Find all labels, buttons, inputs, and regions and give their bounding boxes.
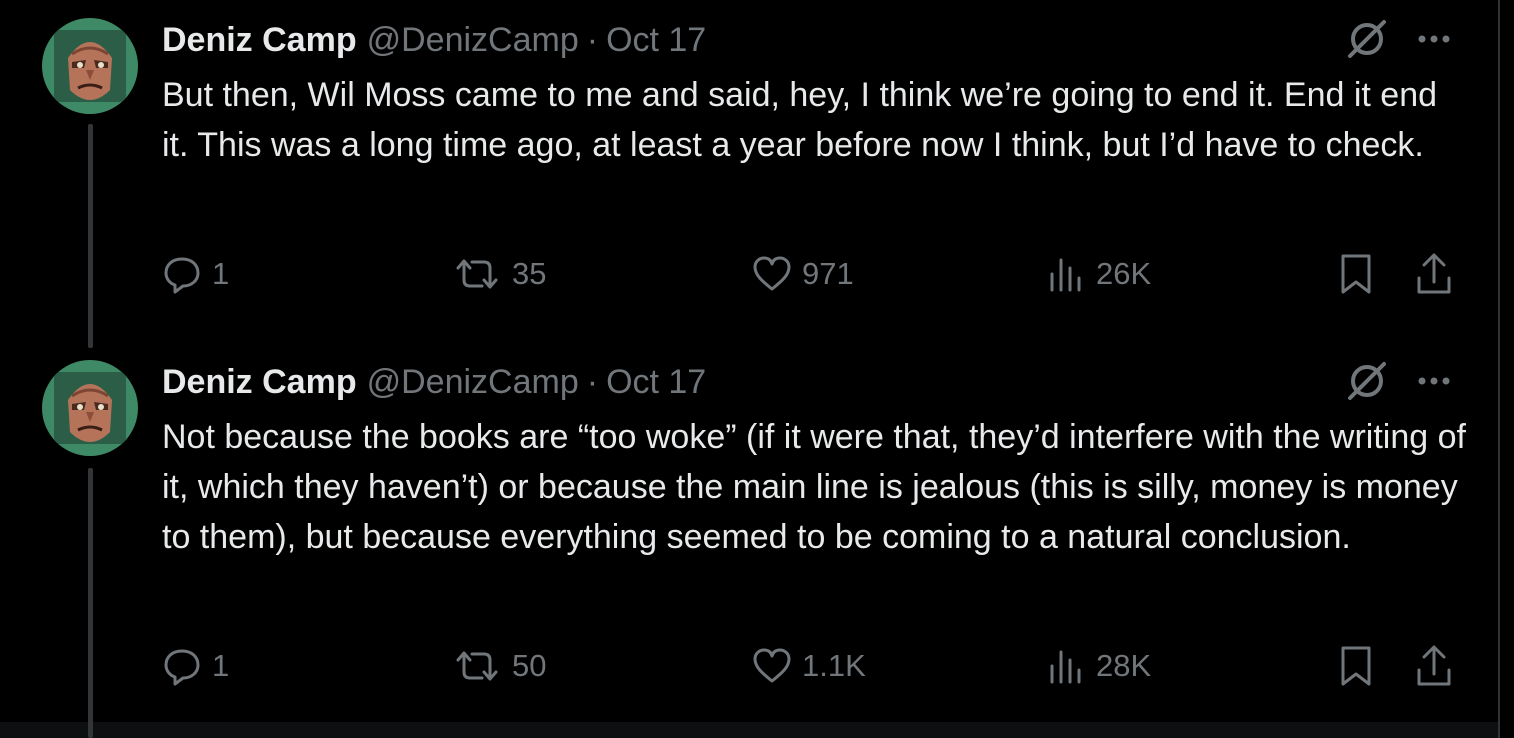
- repost-button[interactable]: 35: [452, 252, 546, 296]
- tweet-text: Not because the books are “too woke” (if…: [162, 418, 1466, 556]
- heart-icon: [753, 256, 791, 291]
- share-icon: [1417, 253, 1451, 294]
- share-button[interactable]: [1414, 252, 1454, 296]
- avatar[interactable]: [42, 360, 138, 456]
- like-button[interactable]: 971: [752, 252, 854, 296]
- views-icon: [1050, 650, 1081, 684]
- next-item-edge: [0, 722, 1498, 738]
- tweet-actions: 1 50 1.1K 28K: [162, 644, 1462, 688]
- tweet-header: Deniz Camp @DenizCamp · Oct 17: [162, 360, 706, 404]
- tweet-date[interactable]: Oct 17: [606, 363, 706, 402]
- grok-icon[interactable]: [1344, 16, 1390, 62]
- repost-count: 50: [512, 648, 547, 683]
- separator-dot: ·: [586, 20, 599, 59]
- tweet-actions: 1 35 971 26K: [162, 252, 1462, 296]
- author-handle[interactable]: @DenizCamp: [367, 363, 579, 402]
- author-name[interactable]: Deniz Camp: [162, 363, 357, 402]
- views-count: 28K: [1096, 648, 1152, 683]
- reply-icon: [164, 257, 200, 294]
- tweet-text: But then, Wil Moss came to me and said, …: [162, 76, 1438, 164]
- avatar[interactable]: [42, 18, 138, 114]
- reply-count: 1: [212, 256, 230, 291]
- tweet-thread: Deniz Camp @DenizCamp · Oct 17 But then,…: [0, 0, 1514, 738]
- bookmark-button[interactable]: [1336, 644, 1376, 688]
- views-button[interactable]: 28K: [1046, 644, 1151, 688]
- bookmark-button[interactable]: [1336, 252, 1376, 296]
- like-count: 971: [802, 256, 854, 291]
- grok-icon[interactable]: [1344, 358, 1390, 404]
- more-icon[interactable]: [1414, 24, 1454, 54]
- tweet-header: Deniz Camp @DenizCamp · Oct 17: [162, 18, 706, 62]
- author-handle[interactable]: @DenizCamp: [367, 21, 579, 60]
- reply-button[interactable]: 1: [162, 252, 229, 296]
- repost-icon: [456, 651, 498, 681]
- reply-icon: [164, 649, 200, 686]
- views-button[interactable]: 26K: [1046, 252, 1151, 296]
- like-button[interactable]: 1.1K: [752, 644, 866, 688]
- more-icon[interactable]: [1414, 366, 1454, 396]
- column-divider: [1498, 0, 1500, 738]
- author-name[interactable]: Deniz Camp: [162, 21, 357, 60]
- tweet[interactable]: Deniz Camp @DenizCamp · Oct 17 But then,…: [0, 0, 1498, 340]
- share-button[interactable]: [1414, 644, 1454, 688]
- views-count: 26K: [1096, 256, 1152, 291]
- share-icon: [1417, 645, 1451, 686]
- bookmark-icon: [1341, 254, 1371, 294]
- repost-button[interactable]: 50: [452, 644, 546, 688]
- reply-button[interactable]: 1: [162, 644, 229, 688]
- repost-icon: [456, 259, 498, 289]
- like-count: 1.1K: [802, 648, 866, 683]
- tweet[interactable]: Deniz Camp @DenizCamp · Oct 17 Not becau…: [0, 340, 1498, 722]
- repost-count: 35: [512, 256, 547, 291]
- bookmark-icon: [1341, 646, 1371, 686]
- tweet-date[interactable]: Oct 17: [606, 21, 706, 60]
- heart-icon: [753, 648, 791, 683]
- reply-count: 1: [212, 648, 230, 683]
- separator-dot: ·: [586, 362, 599, 401]
- views-icon: [1050, 258, 1081, 292]
